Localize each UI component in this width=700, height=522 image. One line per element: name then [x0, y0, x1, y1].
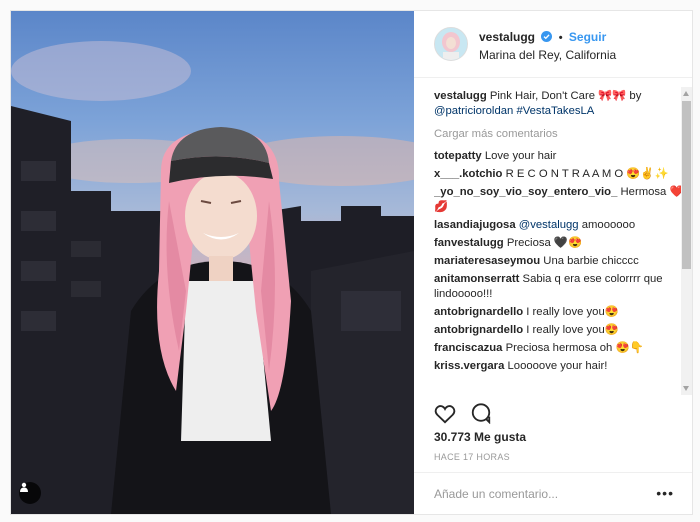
caption-text: Pink Hair, Don't Care 🎀🎀 by: [486, 90, 642, 102]
username-link[interactable]: vestalugg: [479, 30, 535, 44]
comment-item: totepatty Love your hair: [434, 149, 684, 164]
comment-text: Preciosa 🖤😍: [503, 237, 583, 249]
comment-item: anitamonserratt Sabia q era ese colorrrr…: [434, 272, 684, 302]
separator-dot: •: [558, 32, 563, 44]
comment-item: fanvestalugg Preciosa 🖤😍: [434, 236, 684, 251]
location-link[interactable]: Marina del Rey, California: [479, 48, 616, 62]
comment-username[interactable]: anitamonserratt: [434, 273, 519, 285]
avatar[interactable]: [434, 27, 468, 61]
comment-text: Preciosa hermosa oh 😍👇: [502, 342, 644, 354]
header-username-row: vestalugg • Seguir: [479, 30, 606, 45]
scroll-down-arrow-icon[interactable]: [683, 386, 689, 391]
comment-text: R E C O N T R A A M O 😍✌️✨: [502, 168, 669, 180]
comment-item: _yo_no_soy_vio_soy_entero_vio_ Hermosa ❤…: [434, 185, 684, 215]
comment-username[interactable]: antobrignardello: [434, 306, 523, 318]
scroll-up-arrow-icon[interactable]: [683, 91, 689, 96]
post-header: vestalugg • Seguir Marina del Rey, Calif…: [414, 11, 692, 78]
follow-button[interactable]: Seguir: [569, 30, 606, 44]
comment-text: I really love you😍: [523, 306, 619, 318]
comment-username[interactable]: lasandiajugosa: [434, 219, 516, 231]
caption-hashtag[interactable]: #VestaTakesLA: [516, 105, 594, 117]
comment-item: x___.kotchio R E C O N T R A A M O 😍✌️✨: [434, 167, 684, 182]
user-tag-icon[interactable]: [19, 482, 41, 504]
comment-item: kriss.vergara Looooove your hair!: [434, 359, 684, 374]
comment-text: I really love you😍: [523, 324, 619, 336]
caption-mention[interactable]: @patricioroldan: [434, 105, 513, 117]
comment-text: Love your hair: [481, 150, 557, 162]
likes-count[interactable]: 30.773 Me gusta: [434, 430, 526, 444]
comment-username[interactable]: totepatty: [434, 150, 482, 162]
scrollbar-thumb[interactable]: [682, 101, 691, 269]
comment-username[interactable]: kriss.vergara: [434, 360, 504, 372]
add-comment-section: Añade un comentario... •••: [414, 472, 692, 515]
comment-item: antobrignardello I really love you😍: [434, 323, 684, 338]
action-bar: [434, 402, 502, 426]
post-photo[interactable]: [11, 11, 414, 514]
comment-username[interactable]: x___.kotchio: [434, 168, 502, 180]
comment-username[interactable]: fanvestalugg: [434, 237, 504, 249]
comment-item: lasandiajugosa @vestalugg amoooooo: [434, 218, 684, 233]
comments-scrollbar[interactable]: [681, 87, 692, 395]
comment-username[interactable]: franciscazua: [434, 342, 502, 354]
post-card: vestalugg • Seguir Marina del Rey, Calif…: [10, 10, 693, 515]
comment-item: franciscazua Preciosa hermosa oh 😍👇: [434, 341, 684, 356]
comment-mention[interactable]: @vestalugg: [516, 219, 579, 231]
heart-icon[interactable]: [434, 404, 456, 429]
verified-badge-icon: [541, 30, 553, 45]
comment-text: Looooove your hair!: [504, 360, 608, 372]
add-comment-input[interactable]: Añade un comentario...: [434, 487, 558, 501]
comment-username[interactable]: _yo_no_soy_vio_soy_entero_vio_: [434, 186, 617, 198]
comment-text: amoooooo: [578, 219, 636, 231]
comments-list: vestalugg Pink Hair, Don't Care 🎀🎀 by @p…: [434, 89, 684, 393]
caption: vestalugg Pink Hair, Don't Care 🎀🎀 by @p…: [434, 89, 684, 119]
comment-text: Una barbie chicccc: [540, 255, 639, 267]
caption-username[interactable]: vestalugg: [434, 90, 487, 102]
comment-icon[interactable]: [470, 402, 492, 429]
comment-username[interactable]: antobrignardello: [434, 324, 523, 336]
post-timestamp[interactable]: HACE 17 HORAS: [434, 452, 510, 462]
post-sidebar: vestalugg • Seguir Marina del Rey, Calif…: [414, 11, 692, 514]
photo-illustration: [11, 41, 414, 514]
comment-item: mariateresaseymou Una barbie chicccc: [434, 254, 684, 269]
load-more-comments-button[interactable]: Cargar más comentarios: [434, 127, 684, 142]
comment-username[interactable]: mariateresaseymou: [434, 255, 540, 267]
comment-item: antobrignardello I really love you😍: [434, 305, 684, 320]
more-options-button[interactable]: •••: [656, 485, 674, 501]
